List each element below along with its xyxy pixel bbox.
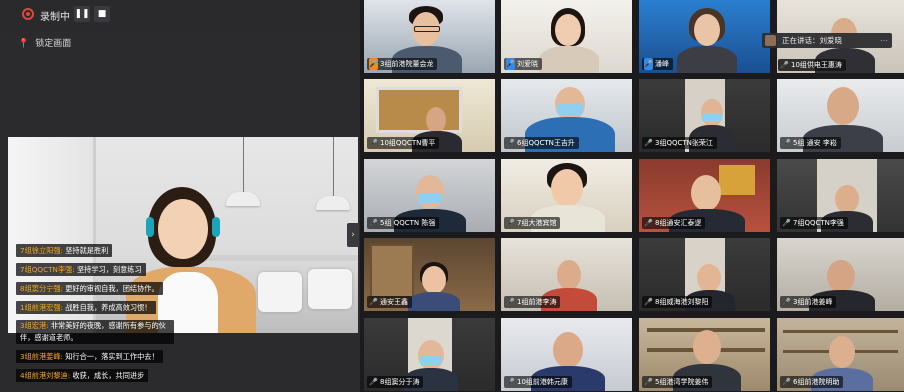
participant-name-tag: 🎤 通安王鑫 <box>367 296 412 308</box>
ceiling-lamp <box>226 192 260 206</box>
microphone-icon: 🎤 <box>780 61 789 69</box>
microphone-icon: 🎤 <box>782 139 791 147</box>
chat-message: 4组前港刘黎迪: 收获，成长，共同进步 <box>16 369 149 382</box>
microphone-icon: 🎤 <box>644 219 653 227</box>
participant-name-tag: 🎤 6组前港院明助 <box>780 376 844 388</box>
participant-name-tag: 🎤 5组港湾学院姜伟 <box>642 376 713 388</box>
microphone-icon: 🎤 <box>506 139 515 147</box>
participant-name-tag: 🎤 10组QQCTN曹平 <box>367 137 440 149</box>
pin-icon: 📍 <box>18 39 30 49</box>
more-options-icon[interactable]: ⋯ <box>880 33 888 48</box>
microphone-icon: 🎤 <box>506 58 515 70</box>
participant-tile[interactable]: 🎤 5组港湾学院姜伟 <box>639 318 770 391</box>
participant-name-tag: 🎤 5组 通安 李崧 <box>780 137 841 149</box>
participant-tile[interactable]: 🎤 10组QQCTN曹平 <box>364 79 495 152</box>
participant-tile[interactable]: 🎤 3组前港院董会龙 <box>364 0 495 73</box>
microphone-icon: 🎤 <box>644 139 653 147</box>
chat-message: 7组徐立阳强: 坚持就是胜利 <box>16 244 113 257</box>
main-speaker-panel: 录制中 ❚❚ ■ 📍 锁定画面 7组徐立阳强: 坚持就是胜利 7组QQCTN李强… <box>0 0 360 392</box>
participant-name-tag: 🎤 5组 QQCTN 陈强 <box>367 217 440 229</box>
participant-tile[interactable]: 🎤 刘爱晓 <box>501 0 632 73</box>
participant-tile[interactable]: 🎤 8组通安汇泰逻 <box>639 159 770 232</box>
participant-tile[interactable]: 🎤 3组前港姜峰 <box>777 238 904 311</box>
chat-message: 8组窦分宁强: 更好的审视自我，团结协作。 <box>16 282 163 295</box>
participant-tile[interactable]: 🎤 5组 QQCTN 陈强 <box>364 159 495 232</box>
microphone-icon: 🎤 <box>782 219 791 227</box>
ceiling-lamp <box>316 196 350 210</box>
participant-name-tag: 🎤 刘爱晓 <box>504 58 542 70</box>
pause-recording-button[interactable]: ❚❚ <box>74 6 90 22</box>
participant-tile[interactable]: 🎤 6组前港院明助 <box>777 318 904 391</box>
participant-tile[interactable]: 🎤 通安王鑫 <box>364 238 495 311</box>
participant-tile[interactable]: 🎤 5组 通安 李崧 <box>777 79 904 152</box>
participant-name-tag: 🎤 8组通安汇泰逻 <box>642 217 706 229</box>
microphone-icon: 🎤 <box>644 58 653 70</box>
participant-name-tag: 🎤 1组前港李涛 <box>504 296 561 308</box>
participant-name-tag: 🎤 3组前港姜峰 <box>780 296 837 308</box>
participant-name-tag: 🎤 10组供电王惠涛 <box>778 59 846 71</box>
participant-grid: 🎤 3组前港院董会龙 🎤 刘爱晓 🎤 潘峰 🎤 10组供电王惠涛 🎤 10组QQ… <box>363 0 904 392</box>
speaker-avatar <box>765 35 776 46</box>
participant-name-tag: 🎤 3组前港院董会龙 <box>367 58 438 70</box>
chat-message: 3组宏港: 非常美好的夜晚，感谢所有参与的伙伴，感谢道老师。 <box>16 320 174 344</box>
microphone-icon: 🎤 <box>369 219 378 227</box>
microphone-icon: 🎤 <box>369 378 378 386</box>
active-speaker-indicator: 正在讲话：刘爱晓 ⋯ <box>762 33 892 48</box>
participant-name-tag: 🎤 3组QQCTN张荣江 <box>642 137 717 149</box>
stop-recording-button[interactable]: ■ <box>94 6 110 22</box>
participant-tile[interactable]: 🎤 8组窦分于涛 <box>364 318 495 391</box>
microphone-icon: 🎤 <box>369 298 378 306</box>
recording-status: 录制中 <box>40 12 70 23</box>
video-conference-window: 录制中 ❚❚ ■ 📍 锁定画面 7组徐立阳强: 坚持就是胜利 7组QQCTN李强… <box>0 0 904 392</box>
lock-view-label: 锁定画面 <box>35 39 72 49</box>
participant-name-tag: 🎤 10组前港韩元康 <box>504 376 572 388</box>
participant-name-tag: 🎤 7组QQCTN李强 <box>780 217 848 229</box>
participant-name-tag: 🎤 7组大港宾馆 <box>504 217 561 229</box>
chat-message: 1组前港宏强: 战胜自我，养成高效习惯！ <box>16 301 156 314</box>
microphone-icon: 🎤 <box>644 378 653 386</box>
chat-message: 3组前港姜峰: 知行合一，落实到工作中去！ <box>16 350 163 363</box>
participant-tile[interactable]: 🎤 8组威海港刘黎阳 <box>639 238 770 311</box>
microphone-icon: 🎤 <box>782 298 791 306</box>
chat-message: 7组QQCTN李强: 坚持学习，刻意练习 <box>16 263 146 276</box>
participant-name-tag: 🎤 8组窦分于涛 <box>367 376 424 388</box>
headset-icon <box>146 217 154 237</box>
participant-tile[interactable]: 🎤 7组QQCTN李强 <box>777 159 904 232</box>
speaker-face <box>158 199 208 259</box>
lock-view-button[interactable]: 📍 锁定画面 <box>18 36 71 49</box>
microphone-icon: 🎤 <box>369 58 378 70</box>
participant-tile[interactable]: 🎤 1组前港李涛 <box>501 238 632 311</box>
participant-name-tag: 🎤 6组QQCTN王吉升 <box>504 137 579 149</box>
microphone-icon: 🎤 <box>782 378 791 386</box>
participant-tile[interactable]: 🎤 3组QQCTN张荣江 <box>639 79 770 152</box>
participant-name-tag: 🎤 潘峰 <box>642 58 673 70</box>
participant-tile[interactable]: 🎤 7组大港宾馆 <box>501 159 632 232</box>
microphone-icon: 🎤 <box>506 378 515 386</box>
collapse-panel-button[interactable]: › <box>347 223 359 247</box>
participant-tile[interactable]: 🎤 潘峰 <box>639 0 770 73</box>
participant-tile[interactable]: 🎤 6组QQCTN王吉升 <box>501 79 632 152</box>
recording-icon <box>22 8 34 20</box>
microphone-icon: 🎤 <box>506 219 515 227</box>
active-speaker-label: 正在讲话：刘爱晓 <box>782 36 842 45</box>
microphone-icon: 🎤 <box>369 139 378 147</box>
microphone-icon: 🎤 <box>506 298 515 306</box>
recording-toolbar: 录制中 ❚❚ ■ <box>0 0 360 30</box>
participant-tile[interactable]: 🎤 10组前港韩元康 <box>501 318 632 391</box>
participant-name-tag: 🎤 8组威海港刘黎阳 <box>642 296 713 308</box>
microphone-icon: 🎤 <box>644 298 653 306</box>
